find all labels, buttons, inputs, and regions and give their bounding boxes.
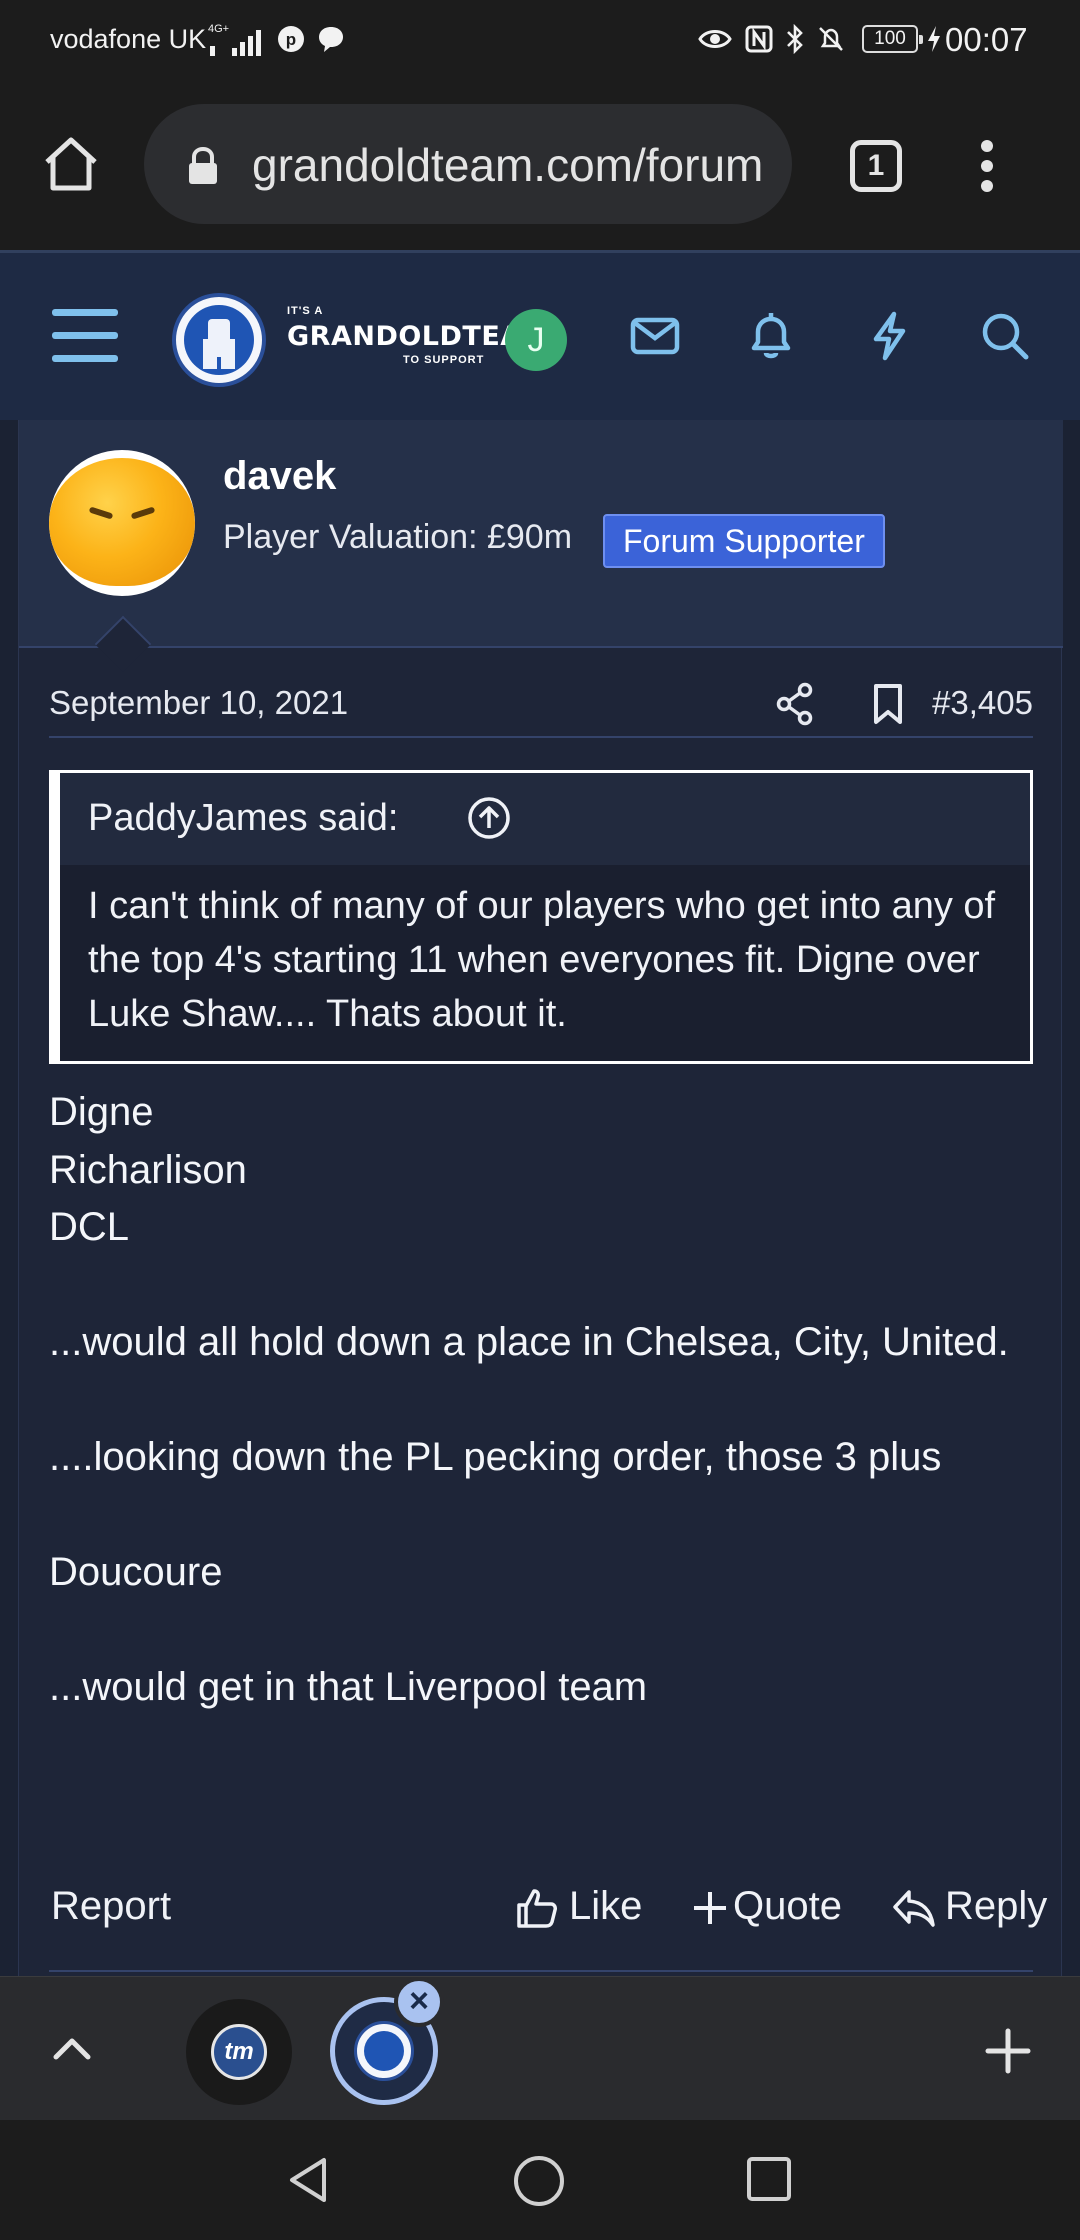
author-valuation: Player Valuation: £90m [223, 518, 573, 556]
hamburger-menu-icon[interactable] [52, 307, 118, 370]
tab-switcher-button[interactable]: 1 [850, 140, 902, 192]
back-icon[interactable] [284, 2154, 336, 2206]
quote-bar [52, 773, 60, 1061]
orange-face-image [49, 458, 195, 586]
chat-bubble-icon [316, 24, 346, 59]
clock: 00:07 [945, 21, 1028, 58]
post-line: Doucoure [49, 1550, 223, 1594]
eye-icon [698, 24, 732, 59]
report-button[interactable]: Report [51, 1884, 171, 1929]
like-button[interactable]: Like [569, 1884, 642, 1929]
author-avatar[interactable] [49, 450, 195, 596]
post-actions: Report Like Quote Reply [49, 1872, 1047, 1942]
reply-arrow-icon[interactable] [891, 1886, 937, 1930]
overflow-menu-icon[interactable] [980, 138, 994, 199]
signal-icon: 4G+ [208, 20, 264, 65]
carrier-label: vodafone UK [50, 24, 207, 54]
bell-icon[interactable] [744, 309, 798, 368]
quote-header: PaddyJames said: [60, 773, 1030, 865]
chevron-up-icon[interactable] [50, 2033, 94, 2068]
crest-favicon [354, 2021, 414, 2081]
club-crest-logo[interactable] [172, 293, 266, 387]
post-line: DCL [49, 1205, 130, 1249]
post-line: Richarlison [49, 1147, 247, 1192]
system-nav-bar [0, 2120, 1080, 2240]
arrow-up-circle-icon[interactable] [466, 795, 512, 846]
post-blank-line [49, 1602, 1033, 1660]
home-circle-icon[interactable] [512, 2154, 566, 2208]
reply-button[interactable]: Reply [945, 1884, 1047, 1929]
browser-tab-strip: tm × [0, 1976, 1080, 2120]
site-header: IT'S A GRANDOLDTEAM TO SUPPORT J [0, 250, 1080, 420]
post-author-block: davek Player Valuation: £90m Forum Suppo… [19, 420, 1063, 673]
close-tab-icon[interactable]: × [394, 1977, 444, 2027]
bluetooth-icon [784, 23, 806, 59]
author-pointer [94, 615, 152, 673]
lightning-icon[interactable] [862, 309, 916, 368]
tm-favicon: tm [211, 2024, 267, 2080]
recents-icon[interactable] [744, 2154, 794, 2204]
svg-text:4G+: 4G+ [208, 23, 229, 35]
tab-transfermarkt[interactable]: tm [186, 1999, 292, 2105]
post-line: Digne [49, 1090, 154, 1134]
search-icon[interactable] [978, 309, 1032, 368]
bookmark-icon[interactable] [871, 682, 905, 731]
post-blank-line [49, 1487, 1033, 1545]
author-username[interactable]: davek [223, 454, 336, 499]
pinterest-icon: p [276, 24, 306, 59]
quote-block: PaddyJames said: I can't think of many o… [49, 770, 1033, 1064]
lock-icon [186, 146, 220, 191]
quote-button[interactable]: Quote [733, 1884, 842, 1929]
post-line: ...would all hold down a place in Chelse… [49, 1320, 1009, 1364]
post-meta-row: September 10, 2021 #3,405 [49, 672, 1033, 738]
charging-icon [926, 24, 942, 59]
post-body: Digne Richarlison DCL ...would all hold … [49, 1084, 1033, 1717]
svg-text:p: p [286, 30, 296, 49]
user-avatar-button[interactable]: J [505, 309, 567, 371]
browser-toolbar: grandoldteam.com/forum 1 [0, 82, 1080, 250]
address-bar[interactable]: grandoldteam.com/forum [144, 104, 792, 224]
post-line: ....looking down the PL pecking order, t… [49, 1435, 942, 1479]
quote-author[interactable]: PaddyJames said: [88, 797, 399, 840]
quote-text: I can't think of many of our players who… [88, 885, 996, 1035]
url-text: grandoldteam.com/forum [252, 139, 764, 191]
nfc-icon [744, 24, 774, 59]
status-bar: vodafone UK 4G+ p 100 00:07 [0, 0, 1080, 82]
thumbs-up-icon[interactable] [515, 1886, 559, 1930]
logo-tagline-top: IT'S A [287, 305, 324, 317]
forum-post: davek Player Valuation: £90m Forum Suppo… [18, 420, 1063, 1976]
post-date[interactable]: September 10, 2021 [49, 684, 348, 722]
mute-bell-icon [816, 24, 846, 59]
plus-icon[interactable] [693, 1886, 727, 1930]
post-blank-line [49, 1257, 1033, 1315]
envelope-icon[interactable] [628, 309, 682, 368]
home-icon[interactable] [42, 136, 100, 197]
post-line: ...would get in that Liverpool team [49, 1665, 648, 1709]
new-tab-icon[interactable] [984, 2027, 1032, 2080]
post-blank-line [49, 1372, 1033, 1430]
share-icon[interactable] [775, 682, 815, 731]
supporter-badge: Forum Supporter [603, 514, 885, 568]
post-number-link[interactable]: #3,405 [932, 684, 1033, 722]
post-divider [49, 1970, 1033, 1972]
battery-icon: 100 [862, 25, 923, 53]
